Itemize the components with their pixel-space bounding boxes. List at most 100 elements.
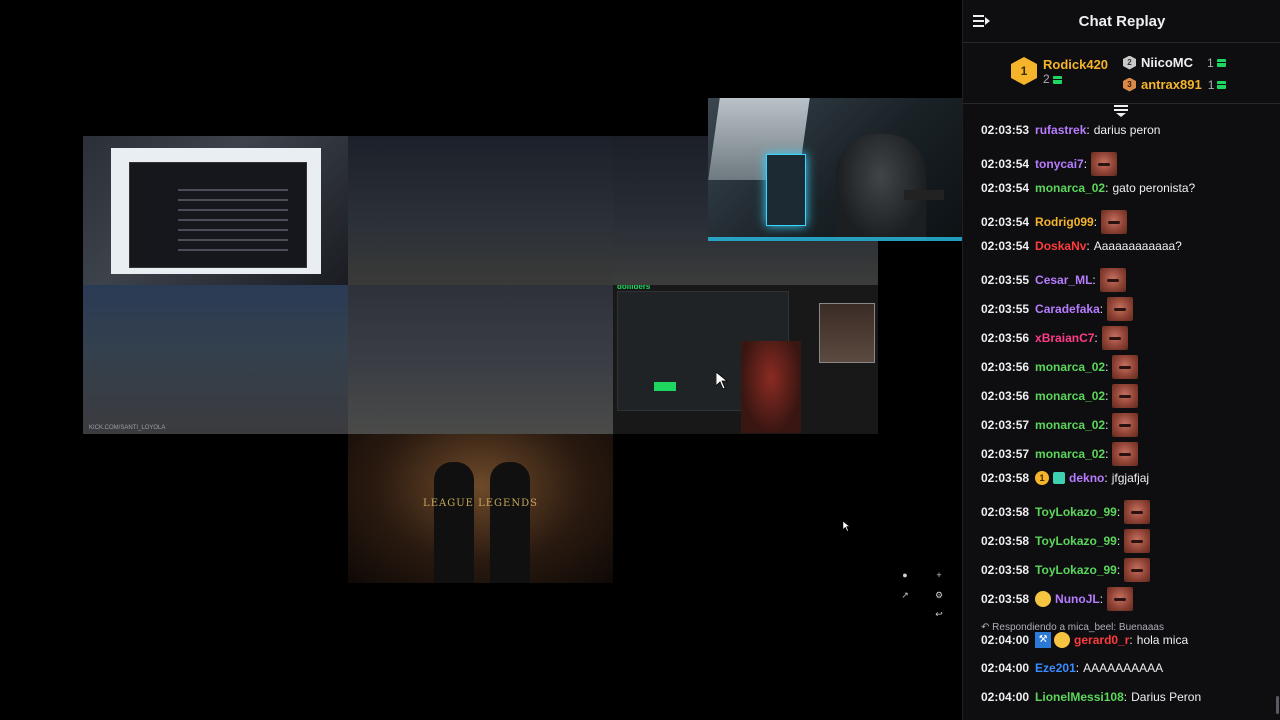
message-timestamp: 02:03:56 xyxy=(981,389,1030,403)
exit-icon[interactable]: ↩ xyxy=(933,608,945,620)
chat-message: 02:03:55 Caradefaka: xyxy=(981,297,1134,321)
chat-message: 02:03:54 DoskaNv: Aaaaaaaaaaaa? xyxy=(981,239,1182,253)
chat-message: 02:03:56 monarca_02: xyxy=(981,355,1139,379)
message-username[interactable]: monarca_02 xyxy=(1035,447,1105,461)
hammer-badge-icon: ⚒ xyxy=(1035,632,1052,648)
message-separator: : xyxy=(1099,302,1104,316)
message-separator: : xyxy=(1123,690,1128,704)
stream-tile-1[interactable] xyxy=(83,136,348,285)
plus-icon[interactable]: + xyxy=(933,569,945,581)
message-username[interactable]: NunoJL xyxy=(1055,592,1100,606)
message-text: darius peron xyxy=(1093,123,1161,137)
message-username[interactable]: dekno xyxy=(1069,471,1104,485)
chat-message: 02:03:54 tonycai7: xyxy=(981,152,1118,176)
gift-icon xyxy=(1217,80,1227,89)
chat-message: 02:03:58 ToyLokazo_99: xyxy=(981,558,1151,582)
emote-icon xyxy=(1107,297,1134,321)
webcam-inset xyxy=(819,303,875,363)
message-text: gato peronista? xyxy=(1112,181,1196,195)
message-timestamp: 02:03:58 xyxy=(981,471,1030,485)
message-username[interactable]: rufastrek xyxy=(1035,123,1086,137)
message-timestamp: 02:03:58 xyxy=(981,592,1030,606)
collapse-chat-icon[interactable] xyxy=(973,13,991,29)
chat-filter-icon[interactable] xyxy=(1113,104,1129,118)
message-text: AAAAAAAAAA xyxy=(1083,661,1164,675)
chat-message: 02:03:56 xBraianC7: xyxy=(981,326,1128,350)
gift-icon xyxy=(1052,75,1062,84)
message-text: hola mica xyxy=(1136,633,1189,647)
chat-messages[interactable]: 02:03:53 rufastrek: darius peron 02:03:54 to… xyxy=(963,118,1280,720)
rank-badge: 2 xyxy=(1123,55,1136,70)
message-username[interactable]: ToyLokazo_99 xyxy=(1035,505,1117,519)
message-username[interactable]: tonycai7 xyxy=(1035,157,1084,171)
chat-message: 02:04:00 ⚒ gerard0_r: hola mica xyxy=(981,632,1188,648)
chat-scrollbar[interactable] xyxy=(1276,696,1279,714)
leaderboard-first[interactable]: 1 Rodick420 2 xyxy=(1011,57,1108,86)
stream-tile-4[interactable]: KICK.COM/SANTI_LOYOLA xyxy=(83,285,348,434)
stream-tile-6[interactable]: dolliders xyxy=(613,285,878,434)
leaderboard-third[interactable]: 3 antrax891 1 xyxy=(1123,77,1227,92)
figure xyxy=(490,462,530,583)
chat-message: 02:04:00 Eze201: AAAAAAAAAA xyxy=(981,661,1163,675)
message-separator: : xyxy=(1086,123,1090,137)
leaderboard-count: 2 xyxy=(1043,72,1108,86)
screen-window xyxy=(111,148,321,274)
share-icon[interactable]: ↗ xyxy=(899,589,911,601)
message-username[interactable]: DoskaNv xyxy=(1035,239,1086,253)
message-separator: : xyxy=(1105,418,1109,432)
message-separator: : xyxy=(1116,505,1121,519)
message-separator: : xyxy=(1105,447,1109,461)
message-username[interactable]: LionelMessi108 xyxy=(1035,690,1124,704)
message-timestamp: 02:03:57 xyxy=(981,418,1030,432)
message-timestamp: 02:03:56 xyxy=(981,331,1030,345)
message-timestamp: 02:04:00 xyxy=(981,633,1030,647)
message-username[interactable]: monarca_02 xyxy=(1035,181,1105,195)
stream-tile-5[interactable] xyxy=(348,285,613,434)
chat-header: Chat Replay xyxy=(963,0,1280,43)
message-username[interactable]: xBraianC7 xyxy=(1035,331,1094,345)
emote-icon xyxy=(1124,529,1151,553)
emote-icon xyxy=(1101,326,1128,350)
chat-message: 02:03:58 ToyLokazo_99: xyxy=(981,500,1151,524)
emote-icon xyxy=(1107,587,1134,611)
message-username[interactable]: ToyLokazo_99 xyxy=(1035,563,1117,577)
chat-message: 02:03:57 monarca_02: xyxy=(981,442,1139,466)
add-user-icon[interactable]: ● xyxy=(899,569,911,581)
message-separator: : xyxy=(1104,471,1108,485)
chat-message: 02:03:54 monarca_02: gato peronista? xyxy=(981,181,1195,195)
message-username[interactable]: gerard0_r xyxy=(1074,633,1129,647)
chat-message: 02:03:55 Cesar_ML: xyxy=(981,268,1126,292)
message-username[interactable]: monarca_02 xyxy=(1035,360,1105,374)
gear-icon[interactable]: ⚙ xyxy=(933,589,945,601)
rank-badge: 1 xyxy=(1011,57,1037,85)
message-username[interactable]: monarca_02 xyxy=(1035,389,1105,403)
stream-tile-2[interactable] xyxy=(348,136,613,285)
character xyxy=(741,341,801,433)
chat-message: 02:03:53 rufastrek: darius peron xyxy=(981,123,1160,137)
message-text: Aaaaaaaaaaaa? xyxy=(1093,239,1182,253)
emote-icon xyxy=(1101,210,1128,234)
message-timestamp: 02:03:54 xyxy=(981,181,1030,195)
message-timestamp: 02:03:54 xyxy=(981,157,1030,171)
message-username[interactable]: ToyLokazo_99 xyxy=(1035,534,1117,548)
message-username[interactable]: Eze201 xyxy=(1035,661,1076,675)
message-separator: : xyxy=(1086,239,1090,253)
message-timestamp: 02:03:55 xyxy=(981,273,1030,287)
message-username[interactable]: Rodrig099 xyxy=(1035,215,1094,229)
chat-message: 02:03:58 NunoJL: xyxy=(981,587,1134,611)
message-separator: : xyxy=(1094,331,1098,345)
stream-tile-7[interactable]: LEAGUE LEGENDS xyxy=(348,434,613,583)
message-username[interactable]: monarca_02 xyxy=(1035,418,1105,432)
video-stage[interactable]: KICK.COM/SANTI_LOYOLA dolliders LEAGUE L… xyxy=(0,0,962,720)
leaderboard-count: 1 xyxy=(1207,55,1214,70)
message-username[interactable]: Cesar_ML xyxy=(1035,273,1092,287)
leaderboard-second[interactable]: 2 NiicoMC 1 xyxy=(1123,55,1226,70)
message-separator: : xyxy=(1075,661,1080,675)
gift-leaderboard: 1 Rodick420 2 2 NiicoMC 1 3 antrax891 1 xyxy=(963,43,1280,104)
chat-message: 02:03:58 1 dekno: jfgjafjaj xyxy=(981,471,1149,485)
message-username[interactable]: Caradefaka xyxy=(1035,302,1100,316)
chat-title: Chat Replay xyxy=(1078,12,1166,30)
message-timestamp: 02:03:58 xyxy=(981,534,1030,548)
webcam-feed[interactable] xyxy=(708,98,962,241)
chat-panel: Chat Replay 1 Rodick420 2 2 NiicoMC 1 3 … xyxy=(962,0,1280,720)
